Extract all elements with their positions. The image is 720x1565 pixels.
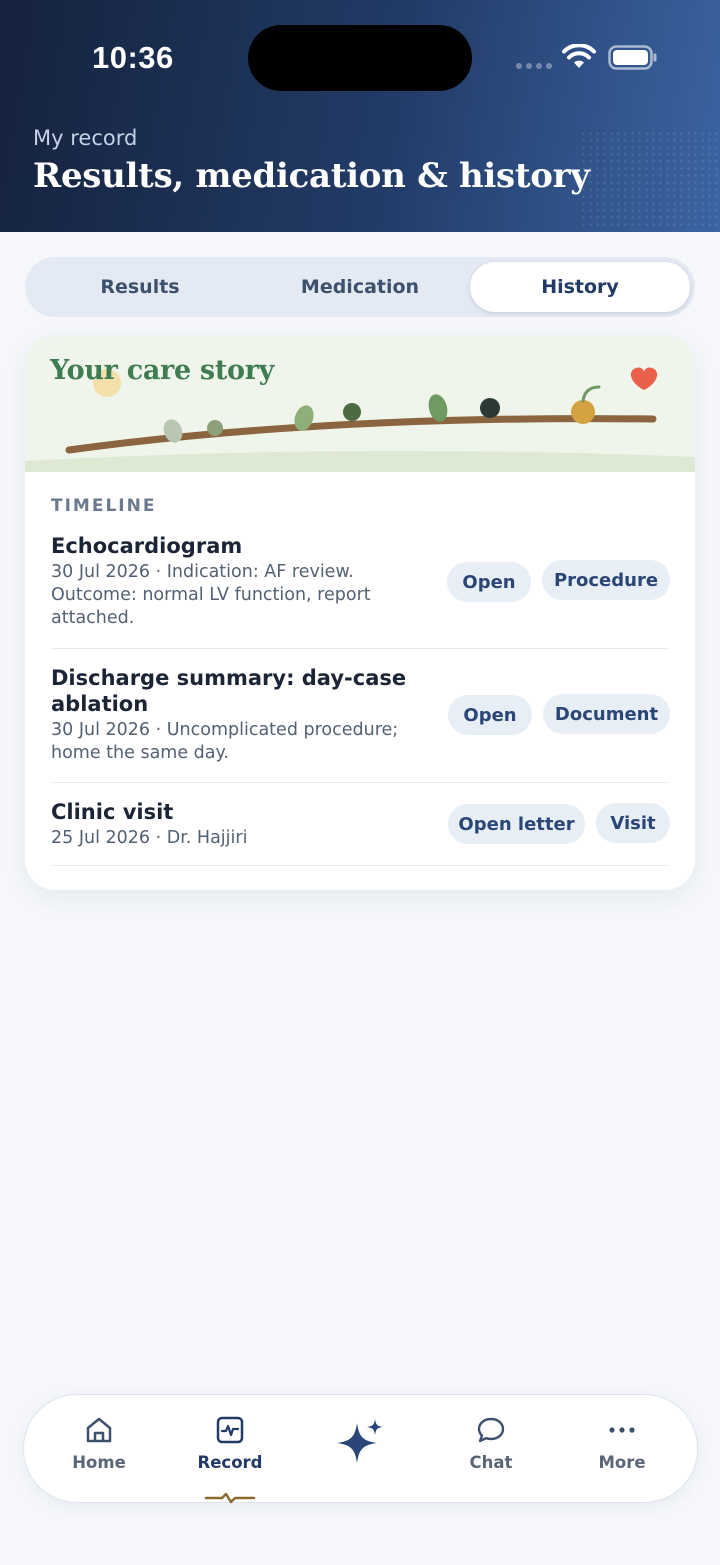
- heart-icon: [630, 367, 658, 390]
- tab-history[interactable]: History: [470, 262, 690, 312]
- timeline-label: TIMELINE: [51, 496, 157, 516]
- nav-home[interactable]: Home: [44, 1395, 154, 1504]
- history-card: Your care story TIMELINE Echocardiogram …: [25, 335, 695, 890]
- tab-results[interactable]: Results: [30, 262, 250, 312]
- header: 10:36 My record Results, medication & hi…: [0, 0, 720, 232]
- nav-chat[interactable]: Chat: [436, 1395, 546, 1504]
- home-icon: [86, 1417, 112, 1443]
- care-story-title: Your care story: [50, 355, 275, 386]
- type-badge[interactable]: Visit: [596, 803, 670, 843]
- nav-more[interactable]: More: [567, 1395, 677, 1504]
- more-dots-icon: [609, 1427, 635, 1433]
- nav-label: Home: [72, 1453, 126, 1472]
- timeline-entry: Discharge summary: day-case ablation 30 …: [51, 665, 670, 783]
- wifi-icon: [562, 44, 596, 68]
- open-button[interactable]: Open: [447, 562, 531, 602]
- tab-medication[interactable]: Medication: [250, 262, 470, 312]
- open-letter-button[interactable]: Open letter: [448, 804, 585, 844]
- entry-title: Discharge summary: day-case ablation: [51, 666, 407, 716]
- type-badge[interactable]: Document: [543, 694, 670, 734]
- type-badge[interactable]: Procedure: [542, 560, 670, 600]
- header-kicker: My record: [33, 126, 138, 150]
- nav-assistant[interactable]: [306, 1395, 416, 1504]
- entry-text: Clinic visit 25 Jul 2026 · Dr. Hajjiri: [51, 799, 441, 850]
- care-story-banner: Your care story: [25, 335, 695, 472]
- bottom-nav: Home Record Chat More: [23, 1394, 698, 1504]
- entry-meta: 25 Jul 2026 · Dr. Hajjiri: [51, 828, 248, 848]
- entry-text: Discharge summary: day-case ablation 30 …: [51, 665, 441, 765]
- entry-text: Echocardiogram 30 Jul 2026 · Indication:…: [51, 533, 441, 630]
- sparkle-icon: [337, 1419, 383, 1463]
- timeline-entry: Clinic visit 25 Jul 2026 · Dr. Hajjiri O…: [51, 799, 670, 866]
- page-title: Results, medication & history: [33, 156, 590, 196]
- entry-title: Clinic visit: [51, 800, 174, 824]
- timeline-entry: Echocardiogram 30 Jul 2026 · Indication:…: [51, 533, 670, 649]
- battery-icon: [608, 45, 657, 70]
- entry-title: Echocardiogram: [51, 534, 243, 558]
- active-underline-icon: [204, 1492, 256, 1504]
- open-button[interactable]: Open: [448, 695, 532, 735]
- chat-bubble-icon: [477, 1417, 505, 1443]
- header-texture: [580, 130, 720, 230]
- status-time: 10:36: [92, 40, 174, 75]
- dynamic-island: [248, 25, 472, 91]
- nav-label: More: [598, 1453, 646, 1472]
- nav-record[interactable]: Record: [175, 1395, 285, 1504]
- record-icon: [216, 1416, 244, 1444]
- nav-label: Chat: [469, 1453, 513, 1472]
- record-tabs: Results Medication History: [25, 257, 695, 317]
- nav-label: Record: [197, 1453, 263, 1472]
- signal-icon: [516, 63, 552, 69]
- entry-meta: 30 Jul 2026 · Uncomplicated procedure; h…: [51, 720, 399, 763]
- entry-meta: 30 Jul 2026 · Indication: AF review. Out…: [51, 562, 371, 628]
